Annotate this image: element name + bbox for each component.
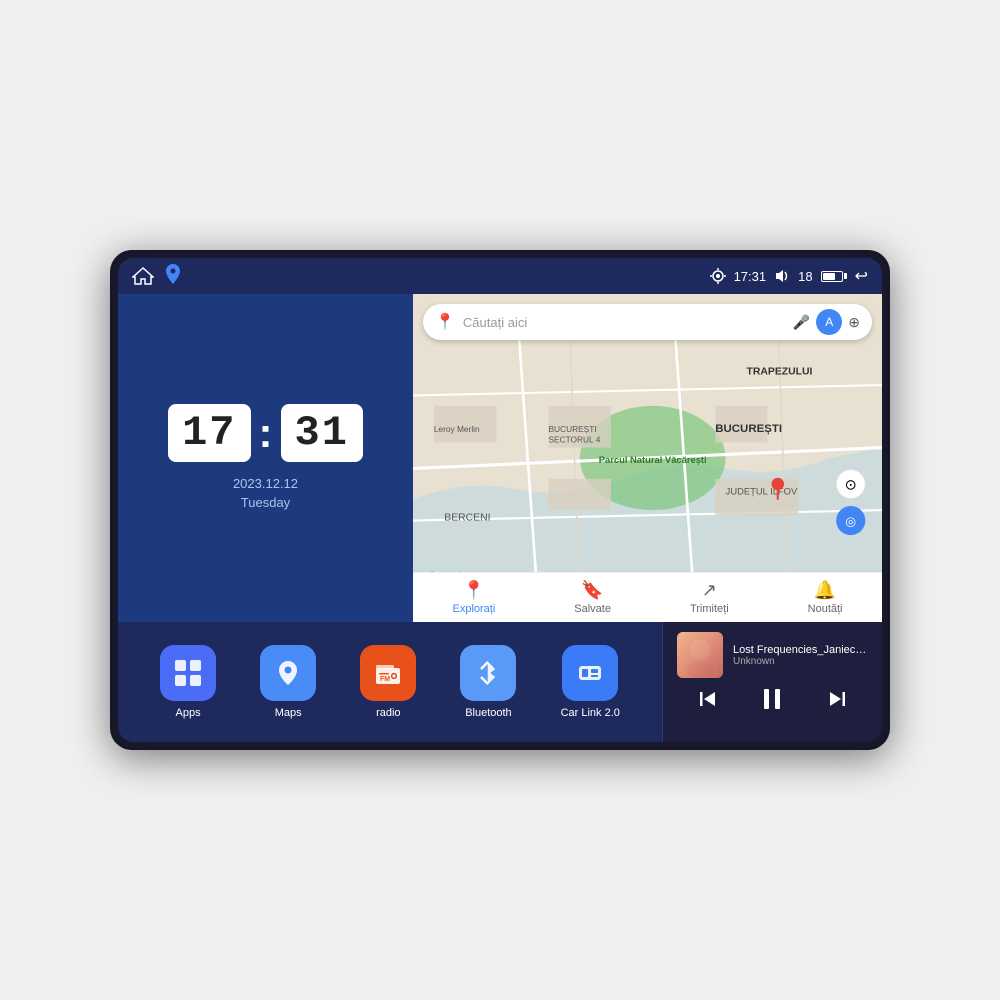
- volume-icon: [774, 268, 790, 284]
- music-artist: Unknown: [733, 656, 868, 667]
- music-top: Lost Frequencies_Janieck Devy-... Unknow…: [677, 632, 868, 678]
- app-icon-apps[interactable]: Apps: [160, 645, 216, 719]
- apps-label: Apps: [176, 707, 201, 719]
- app-icon-radio[interactable]: FM radio: [360, 645, 416, 719]
- svg-text:BUCUREȘTI: BUCUREȘTI: [548, 424, 596, 434]
- play-pause-button[interactable]: [759, 686, 785, 712]
- maps-label: Maps: [275, 707, 302, 719]
- map-layers-icon[interactable]: ⊕: [848, 314, 860, 331]
- clock-minutes: 31: [281, 404, 363, 462]
- svg-text:Leroy Merlin: Leroy Merlin: [434, 424, 480, 434]
- app-icon-maps[interactable]: Maps: [260, 645, 316, 719]
- bottom-section: Apps Maps: [118, 622, 882, 742]
- app-icon-carlink[interactable]: Car Link 2.0: [561, 645, 620, 719]
- car-head-unit: 17:31 18 ↩: [110, 250, 890, 750]
- music-player: Lost Frequencies_Janieck Devy-... Unknow…: [662, 622, 882, 742]
- svg-text:BUCUREȘTI: BUCUREȘTI: [715, 423, 782, 435]
- clock-colon: :: [259, 409, 273, 457]
- album-art: [677, 632, 723, 678]
- app-icon-bluetooth[interactable]: Bluetooth: [460, 645, 516, 719]
- battery-icon: [821, 271, 847, 282]
- map-search-input[interactable]: Căutați aici: [463, 315, 785, 330]
- saved-label: Salvate: [574, 603, 611, 615]
- news-label: Noutăți: [808, 603, 843, 615]
- bluetooth-label: Bluetooth: [465, 707, 511, 719]
- carlink-label: Car Link 2.0: [561, 707, 620, 719]
- svg-text:◎: ◎: [845, 515, 856, 529]
- bluetooth-icon: [460, 645, 516, 701]
- music-title: Lost Frequencies_Janieck Devy-...: [733, 644, 868, 656]
- gps-icon: [710, 268, 726, 284]
- content-area: 17 : 31 2023.12.12 Tuesday: [118, 294, 882, 742]
- svg-text:BERCENI: BERCENI: [444, 513, 490, 524]
- device-screen: 17:31 18 ↩: [118, 258, 882, 742]
- music-controls: [677, 686, 868, 712]
- time-display: 17:31: [734, 269, 767, 284]
- status-right: 17:31 18 ↩: [710, 266, 868, 286]
- explore-label: Explorați: [452, 603, 495, 615]
- volume-level: 18: [798, 269, 812, 284]
- clock-digits: 17 : 31: [168, 404, 363, 462]
- map-search-icons: 🎤 A ⊕: [793, 309, 860, 335]
- news-icon: 🔔: [814, 580, 836, 601]
- svg-text:FM: FM: [380, 676, 390, 683]
- svg-text:Parcul Natural Văcărești: Parcul Natural Văcărești: [599, 455, 707, 465]
- map-search-bar[interactable]: 📍 Căutați aici 🎤 A ⊕: [423, 304, 872, 340]
- app-icons-section: Apps Maps: [118, 622, 662, 742]
- map-pin-icon: 📍: [435, 312, 455, 332]
- explore-icon: 📍: [463, 580, 485, 601]
- next-button[interactable]: [827, 689, 847, 709]
- user-avatar[interactable]: A: [816, 309, 842, 335]
- clock-hours: 17: [168, 404, 250, 462]
- clock-widget: 17 : 31 2023.12.12 Tuesday: [118, 294, 413, 622]
- map-nav-explore[interactable]: 📍 Explorați: [452, 580, 495, 615]
- mic-icon[interactable]: 🎤: [793, 314, 810, 331]
- maps-icon: [260, 645, 316, 701]
- back-button[interactable]: ↩: [855, 266, 868, 286]
- svg-text:SECTORUL 4: SECTORUL 4: [548, 434, 600, 444]
- map-nav-share[interactable]: ↗ Trimiteți: [690, 580, 729, 615]
- share-icon: ↗: [702, 580, 717, 601]
- map-nav-news[interactable]: 🔔 Noutăți: [808, 580, 843, 615]
- svg-text:JUDEȚUL ILFOV: JUDEȚUL ILFOV: [726, 486, 798, 496]
- home-icon[interactable]: [132, 267, 154, 285]
- map-bottom-nav: 📍 Explorați 🔖 Salvate ↗ Trimiteți 🔔: [413, 572, 882, 622]
- clock-date: 2023.12.12 Tuesday: [233, 474, 298, 513]
- svg-text:⊙: ⊙: [845, 477, 857, 493]
- status-left: [132, 264, 182, 289]
- map-nav-saved[interactable]: 🔖 Salvate: [574, 580, 611, 615]
- apps-icon: [160, 645, 216, 701]
- maps-status-icon[interactable]: [164, 264, 182, 289]
- radio-label: radio: [376, 707, 400, 719]
- saved-icon: 🔖: [581, 580, 603, 601]
- svg-text:TRAPEZULUI: TRAPEZULUI: [747, 367, 813, 378]
- radio-icon: FM: [360, 645, 416, 701]
- top-section: 17 : 31 2023.12.12 Tuesday: [118, 294, 882, 622]
- status-bar: 17:31 18 ↩: [118, 258, 882, 294]
- map-widget[interactable]: Parcul Natural Văcărești TRAPEZULUI BUCU…: [413, 294, 882, 622]
- share-label: Trimiteți: [690, 603, 729, 615]
- prev-button[interactable]: [698, 689, 718, 709]
- music-info: Lost Frequencies_Janieck Devy-... Unknow…: [733, 644, 868, 667]
- carlink-icon: [562, 645, 618, 701]
